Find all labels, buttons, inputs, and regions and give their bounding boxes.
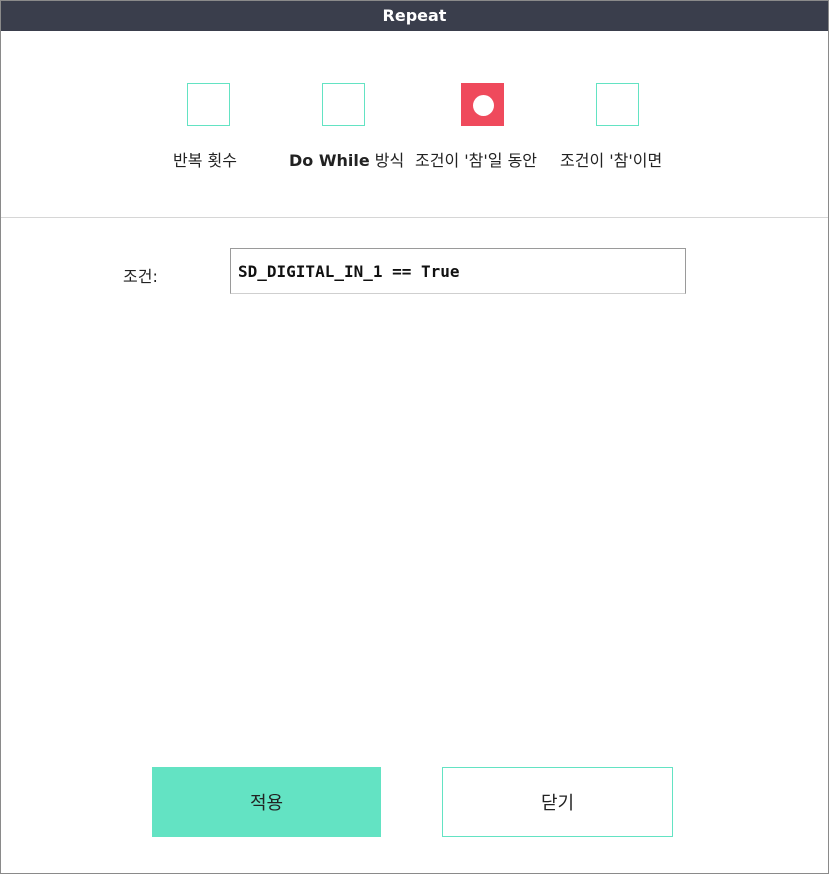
close-button[interactable]: 닫기 <box>442 767 673 837</box>
option-repeat-count-label[interactable]: 반복 횟수 <box>173 147 237 171</box>
option-do-while-label[interactable]: Do While 방식 <box>289 147 404 171</box>
option-do-while-prefix: Do While <box>289 151 370 170</box>
option-if-true-radio[interactable] <box>596 83 639 126</box>
option-while-true-label[interactable]: 조건이 '참'일 동안 <box>415 147 537 171</box>
option-repeat-count-text: 반복 횟수 <box>173 151 237 170</box>
option-while-true-text: 조건이 '참'일 동안 <box>415 151 538 170</box>
dialog-title: Repeat <box>1 1 828 31</box>
option-while-true-radio[interactable] <box>461 83 504 126</box>
selected-dot-icon <box>473 95 494 116</box>
condition-label: 조건: <box>123 267 158 286</box>
option-if-true-text: 조건이 '참'이면 <box>560 151 663 170</box>
repeat-dialog: Repeat 반복 횟수 Do While 방식 조건이 '참'일 동안 조건이… <box>0 0 829 874</box>
section-divider <box>1 217 828 218</box>
apply-button[interactable]: 적용 <box>152 767 381 837</box>
condition-input[interactable] <box>230 248 686 294</box>
option-repeat-count-radio[interactable] <box>187 83 230 126</box>
repeat-mode-options: 반복 횟수 Do While 방식 조건이 '참'일 동안 조건이 '참'이면 <box>1 31 828 217</box>
option-do-while-text: 방식 <box>369 151 405 170</box>
option-if-true-label[interactable]: 조건이 '참'이면 <box>560 147 662 171</box>
option-do-while-radio[interactable] <box>322 83 365 126</box>
